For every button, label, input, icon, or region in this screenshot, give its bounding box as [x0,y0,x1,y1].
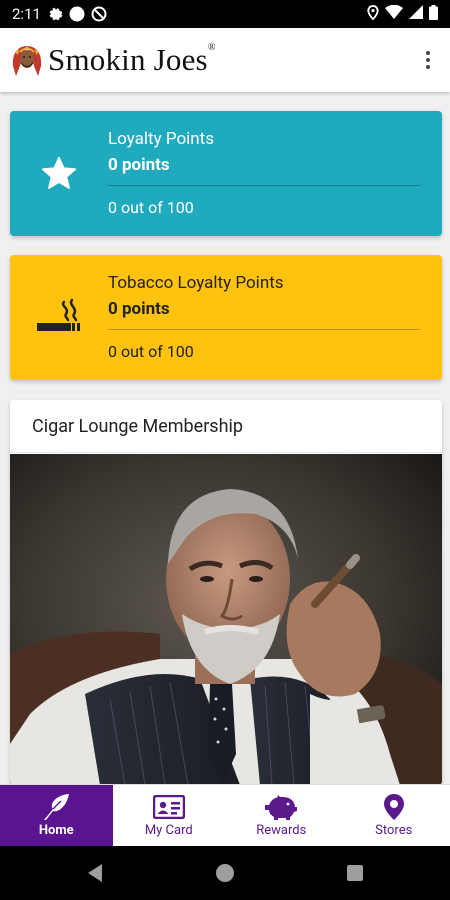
status-right [367,4,438,24]
nav-home-label: Home [38,823,74,838]
loyalty-points-card[interactable]: Loyalty Points 0 points 0 out of 100 [10,111,442,236]
nav-rewards[interactable]: Rewards [225,785,338,846]
location-icon [367,4,379,24]
recents-icon[interactable] [290,864,420,882]
loyalty-divider [108,185,420,186]
loyalty-progress-text: 0 out of 100 [108,198,194,217]
do-not-disturb-icon [91,6,107,22]
id-card-icon [152,793,185,821]
trademark-symbol: ® [207,42,216,53]
wifi-icon [385,4,403,23]
signal-icon [409,5,423,23]
location-pin-icon [383,793,405,821]
feather-icon [41,793,71,821]
man-with-cigar-photo [10,454,442,785]
battery-icon [429,4,438,24]
more-vert-icon[interactable] [416,40,440,80]
back-icon[interactable] [30,863,160,883]
loyalty-points-value: 0 points [108,155,170,175]
tobacco-points-value: 0 points [108,299,170,319]
brand-name: Smokin Joes® [48,42,216,77]
brand-logo: Smokin Joes® [10,42,216,78]
circle-icon [69,6,85,22]
bottom-navigation: Home My Card Rewards Stores [0,784,450,846]
smoking-icon [37,298,80,331]
star-icon [42,156,76,189]
tobacco-progress-text: 0 out of 100 [108,342,194,361]
nav-rewards-label: Rewards [256,823,307,838]
nav-stores[interactable]: Stores [338,785,450,846]
system-navigation-bar [0,846,450,900]
loyalty-title: Loyalty Points [108,129,215,149]
gear-icon [49,7,63,21]
loyalty-info: Loyalty Points 0 points 0 out of 100 [108,111,442,236]
home-icon[interactable] [160,863,290,883]
status-bar: 2:11 [0,0,450,28]
tobacco-title: Tobacco Loyalty Points [108,273,284,293]
headdress-logo-icon [12,46,42,76]
nav-stores-label: Stores [375,823,413,838]
nav-my-card-label: My Card [144,823,193,838]
cigar-lounge-title: Cigar Lounge Membership [10,400,442,453]
tobacco-icon-area [10,255,108,380]
tobacco-points-card[interactable]: Tobacco Loyalty Points 0 points 0 out of… [10,255,442,380]
tobacco-divider [108,329,420,330]
piggy-bank-icon [264,793,298,821]
status-time: 2:11 [12,5,41,23]
tobacco-info: Tobacco Loyalty Points 0 points 0 out of… [108,255,442,380]
loyalty-icon-area [10,111,108,236]
nav-home[interactable]: Home [0,785,113,846]
cigar-lounge-card[interactable]: Cigar Lounge Membership [10,400,442,785]
app-bar: Smokin Joes® [0,28,450,92]
nav-my-card[interactable]: My Card [113,785,226,846]
